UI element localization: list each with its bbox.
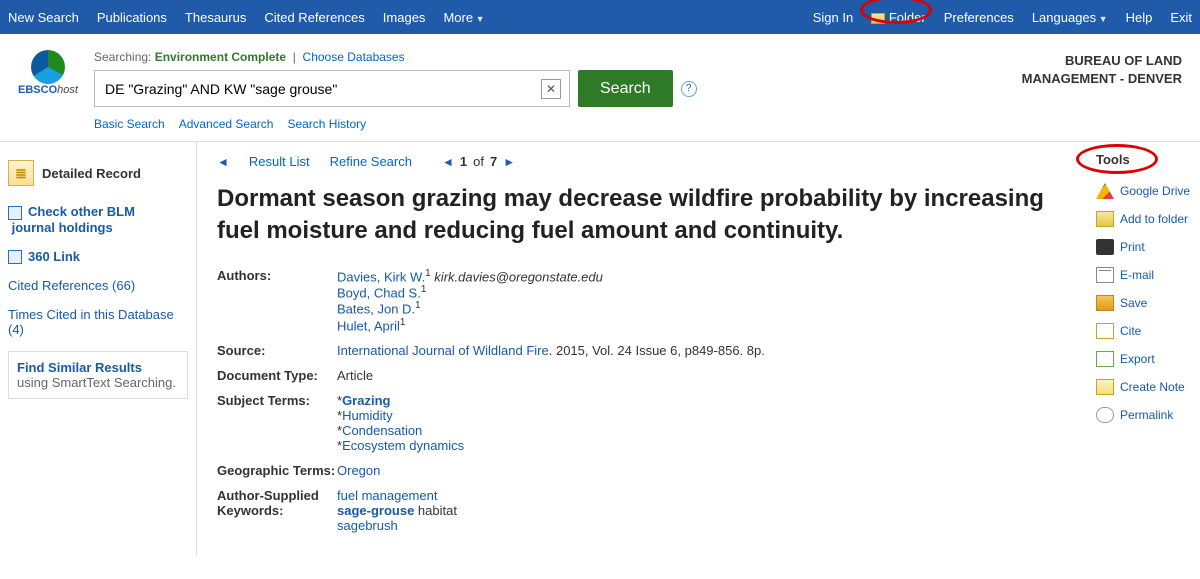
smarttext-label: using SmartText Searching. — [17, 375, 176, 390]
export-icon — [1096, 351, 1114, 367]
note-icon — [1096, 379, 1114, 395]
folder-icon — [1096, 211, 1114, 227]
search-header: EBSCOhost Searching: Environment Complet… — [0, 34, 1200, 141]
authors-label: Authors: — [217, 268, 337, 333]
search-button[interactable]: Search — [578, 70, 673, 107]
times-cited[interactable]: Times Cited in this Database (4) — [8, 307, 174, 337]
searching-label: Searching: — [94, 50, 151, 64]
email-icon — [1096, 267, 1114, 283]
org-name: BUREAU OF LANDMANAGEMENT - DENVER — [1022, 50, 1182, 88]
nav-languages[interactable]: Languages — [1032, 10, 1108, 25]
find-similar[interactable]: Find Similar Results — [17, 360, 142, 375]
search-box: ✕ — [94, 70, 570, 107]
subject-link[interactable]: Humidity — [342, 408, 393, 423]
nav-new-search[interactable]: New Search — [8, 10, 79, 25]
check-blm2[interactable]: journal holdings — [12, 220, 113, 235]
back-arrow-icon[interactable]: ◄ — [217, 155, 229, 169]
geo-label: Geographic Terms: — [217, 463, 337, 478]
record-detail: ◄ Result List Refine Search ◄ 1 of 7 ► D… — [196, 141, 1088, 555]
tool-cite[interactable]: Cite — [1120, 324, 1141, 338]
main: ≣ Detailed Record Check other BLM journal… — [0, 141, 1200, 555]
nav-preferences[interactable]: Preferences — [944, 10, 1014, 25]
save-icon — [1096, 295, 1114, 311]
keywords-label: Author-Supplied Keywords: — [217, 488, 337, 533]
nav-images[interactable]: Images — [383, 10, 426, 25]
cite-icon — [1096, 323, 1114, 339]
nav-exit[interactable]: Exit — [1170, 10, 1192, 25]
nav-folder[interactable]: Folder — [871, 10, 925, 25]
subject-link[interactable]: Grazing — [342, 393, 390, 408]
keyword-link[interactable]: fuel management — [337, 488, 437, 503]
tool-google-drive[interactable]: Google Drive — [1120, 184, 1190, 198]
keyword-link[interactable]: sage-grouse — [337, 503, 414, 518]
nav-signin[interactable]: Sign In — [813, 10, 853, 25]
permalink-icon — [1096, 407, 1114, 423]
nav-more[interactable]: More — [443, 10, 484, 25]
nav-help[interactable]: Help — [1126, 10, 1153, 25]
db-name: Environment Complete — [155, 50, 286, 64]
search-input[interactable] — [95, 81, 533, 97]
detailed-record: Detailed Record — [42, 166, 141, 181]
help-icon[interactable]: ? — [681, 81, 697, 97]
google-drive-icon — [1096, 183, 1114, 199]
left-sidebar: ≣ Detailed Record Check other BLM journal… — [0, 141, 196, 555]
folder-icon — [871, 13, 885, 24]
document-icon: ≣ — [8, 160, 34, 186]
subject-link[interactable]: Condensation — [342, 423, 422, 438]
tool-save[interactable]: Save — [1120, 296, 1147, 310]
print-icon — [1096, 239, 1114, 255]
result-list[interactable]: Result List — [249, 154, 310, 169]
tool-add-folder[interactable]: Add to folder — [1120, 212, 1188, 226]
author-link[interactable]: Bates, Jon D. — [337, 302, 415, 317]
360-link[interactable]: 360 Link — [28, 249, 80, 264]
doctype-label: Document Type: — [217, 368, 337, 383]
source-rest: . 2015, Vol. 24 Issue 6, p849-856. 8p. — [549, 343, 765, 358]
nav-cited-references[interactable]: Cited References — [264, 10, 364, 25]
tools-heading: Tools — [1096, 152, 1196, 167]
tools-panel: Tools Google Drive Add to folder Print E… — [1088, 141, 1200, 555]
article-title: Dormant season grazing may decrease wild… — [217, 183, 1068, 248]
pager: ◄ 1 of 7 ► — [442, 154, 515, 169]
prev-icon[interactable]: ◄ — [442, 155, 454, 169]
nav-publications[interactable]: Publications — [97, 10, 167, 25]
authors-value: Davies, Kirk W.1 kirk.davies@oregonstate… — [337, 268, 1068, 333]
cited-references[interactable]: Cited References (66) — [8, 278, 135, 293]
author-link[interactable]: Hulet, April — [337, 318, 400, 333]
clear-search-icon[interactable]: ✕ — [541, 79, 561, 99]
link-icon — [8, 250, 22, 264]
nav-thesaurus[interactable]: Thesaurus — [185, 10, 246, 25]
tool-create-note[interactable]: Create Note — [1120, 380, 1185, 394]
search-history[interactable]: Search History — [287, 117, 366, 131]
subject-label: Subject Terms: — [217, 393, 337, 453]
source-link[interactable]: International Journal of Wildland Fire — [337, 343, 549, 358]
logo[interactable]: EBSCOhost — [18, 50, 78, 96]
geo-link[interactable]: Oregon — [337, 463, 380, 478]
basic-search[interactable]: Basic Search — [94, 117, 165, 131]
doctype-value: Article — [337, 368, 1068, 383]
logo-icon — [31, 50, 65, 84]
tool-export[interactable]: Export — [1120, 352, 1155, 366]
advanced-search[interactable]: Advanced Search — [179, 117, 274, 131]
tool-print[interactable]: Print — [1120, 240, 1145, 254]
source-label: Source: — [217, 343, 337, 358]
tool-permalink[interactable]: Permalink — [1120, 408, 1173, 422]
refine-search[interactable]: Refine Search — [330, 154, 412, 169]
top-nav: New Search Publications Thesaurus Cited … — [0, 0, 1200, 34]
keyword-link[interactable]: sagebrush — [337, 518, 398, 533]
choose-databases[interactable]: Choose Databases — [303, 50, 405, 64]
author-link[interactable]: Davies, Kirk W. — [337, 269, 425, 284]
author-link[interactable]: Boyd, Chad S. — [337, 285, 421, 300]
tool-email[interactable]: E-mail — [1120, 268, 1154, 282]
next-icon[interactable]: ► — [503, 155, 515, 169]
check-blm[interactable]: Check other BLM — [28, 204, 135, 219]
subject-link[interactable]: Ecosystem dynamics — [342, 438, 464, 453]
link-icon — [8, 206, 22, 220]
